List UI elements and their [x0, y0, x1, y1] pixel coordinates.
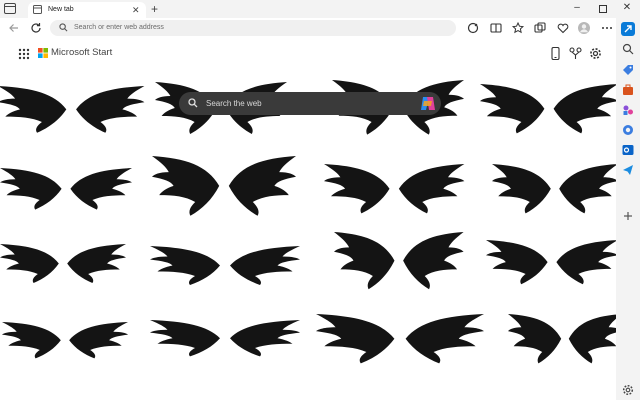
search-placeholder: Search the web [206, 99, 262, 108]
close-window-icon[interactable]: ✕ [614, 0, 640, 18]
copilot-icon[interactable] [621, 22, 635, 36]
wing-silhouette [150, 320, 300, 357]
minimize-icon[interactable]: – [564, 0, 590, 18]
copilot-extension-icon[interactable] [466, 21, 480, 35]
wing-silhouette [486, 240, 616, 285]
outlook-icon[interactable] [622, 144, 634, 156]
more-options-icon[interactable] [600, 21, 614, 35]
games-icon[interactable] [622, 104, 634, 116]
split-screen-icon[interactable] [489, 21, 503, 35]
search-icon[interactable] [622, 43, 634, 55]
wing-silhouette [152, 156, 296, 216]
plus-icon[interactable]: + [151, 1, 158, 17]
wing-silhouette [334, 232, 464, 290]
sidebar [616, 18, 640, 400]
profile-avatar-icon[interactable] [577, 21, 591, 35]
search-icon [188, 98, 198, 108]
toolbox-icon[interactable] [622, 84, 634, 96]
app-launcher-icon[interactable] [18, 48, 30, 60]
tab-strip: New tab ✕ + – ✕ [0, 0, 640, 18]
sidebar-settings-icon[interactable] [622, 384, 634, 396]
favorites-icon[interactable] [511, 21, 525, 35]
tab-actions-icon[interactable] [4, 3, 16, 14]
wing-silhouette [0, 168, 132, 210]
microsoft365-icon[interactable] [622, 124, 634, 136]
toolbar: Search or enter web address [0, 18, 616, 38]
wing-silhouette [480, 84, 616, 134]
wing-silhouette [324, 164, 465, 214]
settings-icon[interactable] [589, 47, 602, 60]
tag-icon[interactable] [622, 64, 634, 76]
rewards-trophy-icon[interactable] [569, 47, 582, 60]
phone-icon[interactable] [551, 47, 560, 60]
wing-silhouette [316, 314, 484, 364]
wing-silhouette [508, 314, 616, 364]
browser-essentials-icon[interactable] [556, 21, 570, 35]
collections-icon[interactable] [533, 21, 547, 35]
wing-silhouette [2, 322, 128, 359]
search-icon [59, 23, 68, 32]
wing-silhouette [492, 164, 616, 214]
wing-silhouette [0, 86, 145, 133]
send-icon[interactable] [622, 164, 634, 176]
wing-silhouette [0, 244, 126, 283]
back-arrow-icon[interactable] [7, 21, 21, 35]
add-icon[interactable] [622, 210, 634, 222]
new-tab-page: Microsoft Start Search the web [0, 38, 616, 400]
copilot-icon[interactable] [420, 96, 436, 111]
brand-title[interactable]: Microsoft Start [51, 46, 112, 59]
wing-silhouette [150, 246, 300, 285]
new-tab-favicon [33, 5, 42, 14]
tab-new-tab[interactable]: New tab ✕ [28, 2, 146, 18]
tab-title: New tab [48, 6, 74, 13]
web-search-box[interactable]: Search the web [179, 92, 441, 115]
maximize-icon[interactable] [590, 0, 616, 18]
close-icon[interactable]: ✕ [132, 3, 140, 17]
address-placeholder: Search or enter web address [74, 24, 164, 31]
refresh-icon[interactable] [29, 21, 43, 35]
microsoft-logo-icon [38, 48, 48, 58]
address-bar[interactable]: Search or enter web address [50, 20, 456, 36]
